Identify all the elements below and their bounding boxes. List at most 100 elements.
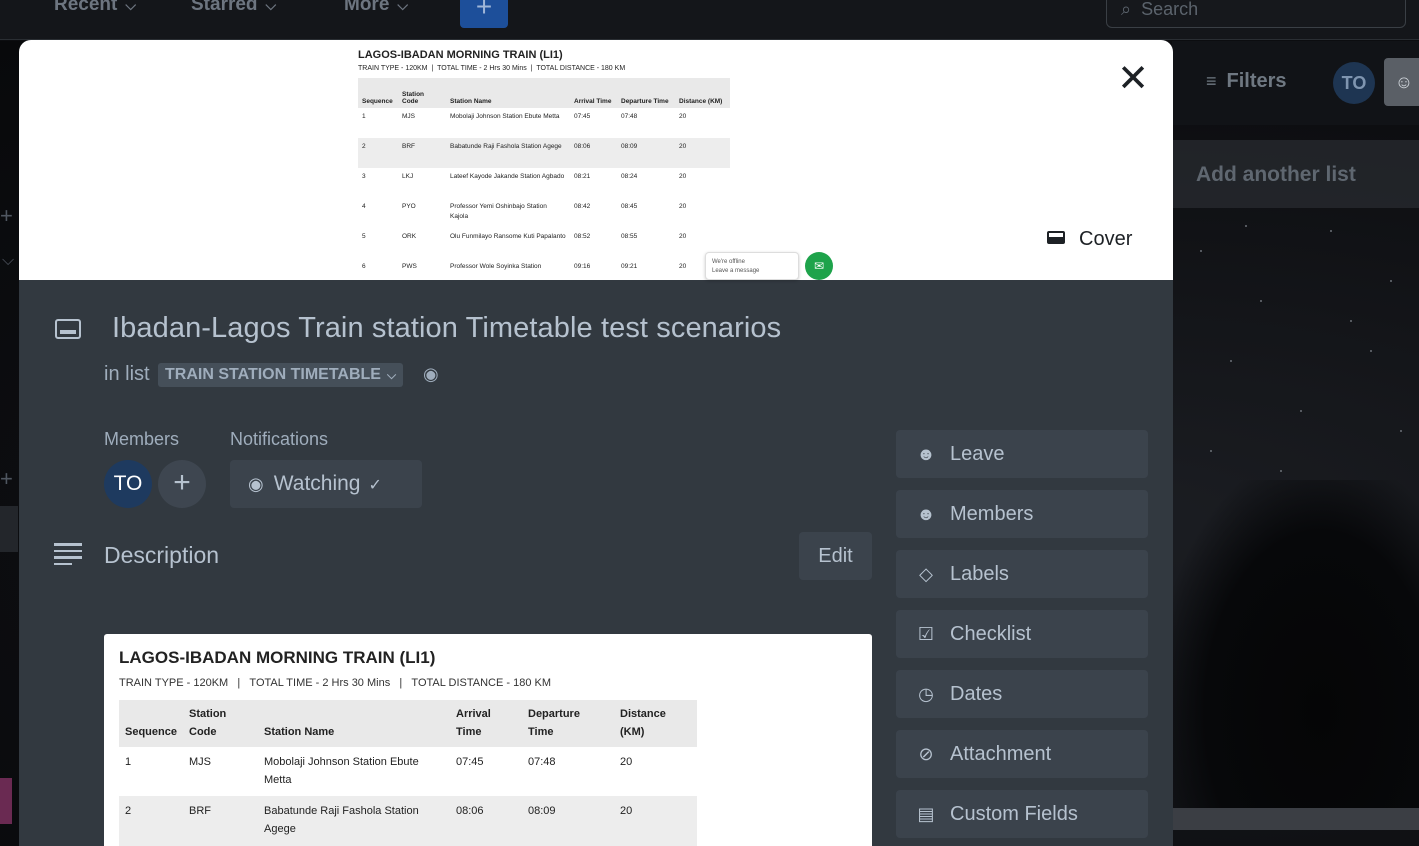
watching-button[interactable]: ◉ Watching ✓ bbox=[230, 460, 422, 508]
nav-recent[interactable]: Recent ⌵ bbox=[54, 0, 136, 16]
nav-more-label: More bbox=[344, 0, 390, 15]
cell: 20 bbox=[675, 138, 730, 168]
description-icon bbox=[54, 543, 82, 569]
labels-label: Labels bbox=[950, 563, 1009, 585]
custom-fields-label: Custom Fields bbox=[950, 803, 1078, 825]
list-edge-accent bbox=[0, 778, 12, 824]
cell: BRF bbox=[398, 138, 446, 168]
nav-starred[interactable]: Starred ⌵ bbox=[191, 0, 276, 16]
cell: 3 bbox=[362, 173, 366, 180]
cover-label: Cover bbox=[1079, 228, 1133, 250]
chat-leave-text: Leave a message bbox=[712, 268, 760, 274]
labels-button[interactable]: ◇ Labels bbox=[896, 550, 1148, 598]
members-button[interactable]: ☻ Members bbox=[896, 490, 1148, 538]
card-detail-modal: LAGOS-IBADAN MORNING TRAIN (LI1) TRAIN T… bbox=[19, 40, 1173, 846]
plus-icon: + bbox=[173, 466, 191, 499]
cell: 1 bbox=[362, 113, 366, 120]
tag-icon: ◇ bbox=[919, 564, 933, 584]
nav-starred-label: Starred bbox=[191, 0, 258, 15]
share-icon[interactable]: ☺ bbox=[1384, 58, 1419, 106]
custom-fields-button[interactable]: ▤ Custom Fields bbox=[896, 790, 1148, 838]
header-station-name: Station Name bbox=[258, 700, 450, 748]
cell: 09:16 bbox=[574, 263, 591, 270]
cell: 20 bbox=[614, 796, 697, 846]
cell: 20 bbox=[679, 173, 687, 180]
leave-button[interactable]: ☻ Leave bbox=[896, 430, 1148, 478]
cell: 20 bbox=[679, 113, 687, 120]
top-navigation: Recent ⌵ Starred ⌵ More ⌵ + ⌕ Search bbox=[0, 0, 1419, 40]
card-cover: LAGOS-IBADAN MORNING TRAIN (LI1) TRAIN T… bbox=[19, 40, 1173, 280]
eye-icon: ◉ bbox=[248, 474, 264, 494]
header-departure-time: Departure Time bbox=[522, 700, 614, 748]
chat-offline-popup: We're offline Leave a message bbox=[705, 252, 799, 280]
member-avatar[interactable]: TO bbox=[104, 460, 152, 508]
cell: 08:45 bbox=[621, 203, 638, 210]
plus-icon[interactable]: + bbox=[0, 203, 13, 229]
cell: PYO bbox=[402, 203, 416, 210]
cell: Professor Wole Soyinka Station bbox=[450, 263, 542, 270]
filters-button[interactable]: ≡ Filters bbox=[1206, 70, 1287, 93]
table-row: 5 ORK Olu Funmilayo Ransome Kuti Papalanto… bbox=[358, 228, 730, 258]
cell: 08:09 bbox=[522, 796, 614, 846]
clock-icon: ◷ bbox=[918, 684, 934, 704]
cell: MJS bbox=[402, 113, 415, 120]
cell: 1 bbox=[125, 756, 132, 769]
watching-eye-icon: ◉ bbox=[423, 364, 439, 384]
description-timetable: LAGOS-IBADAN MORNING TRAIN (LI1) TRAIN T… bbox=[119, 648, 859, 846]
cell: Babatunde Raji Fashola Station Agege bbox=[258, 796, 450, 846]
table-row: 1 MJS Mobolaji Johnson Station Ebute Metta… bbox=[119, 747, 697, 796]
checklist-button[interactable]: ☑ Checklist bbox=[896, 610, 1148, 658]
chevron-down-icon: ⌵ bbox=[386, 368, 397, 382]
header-distance: Distance (KM) bbox=[614, 700, 697, 748]
cell: 07:45 bbox=[574, 113, 591, 120]
cell: Mobolaji Johnson Station Ebute Metta bbox=[264, 756, 419, 786]
search-input[interactable]: ⌕ Search bbox=[1106, 0, 1406, 28]
header-departure-time: Departure Time bbox=[617, 78, 675, 108]
nav-recent-label: Recent bbox=[54, 0, 118, 15]
cell: MJS bbox=[189, 756, 211, 769]
list-name-dropdown[interactable]: TRAIN STATION TIMETABLE ⌵ bbox=[158, 363, 404, 387]
members-heading: Members bbox=[104, 429, 180, 449]
card-icon bbox=[55, 319, 81, 339]
header-arrival-time: Arrival Time bbox=[450, 700, 522, 748]
cell: Mobolaji Johnson Station Ebute Metta bbox=[450, 113, 560, 120]
table-row: 1 MJS Mobolaji Johnson Station Ebute Metta… bbox=[358, 108, 730, 138]
members-label: Members bbox=[950, 503, 1034, 525]
close-icon[interactable]: ✕ bbox=[1113, 60, 1153, 100]
cell: 08:06 bbox=[570, 138, 617, 168]
cover-icon bbox=[1047, 231, 1065, 244]
header-station-code: Station Code bbox=[398, 78, 446, 108]
tree-silhouette bbox=[1172, 480, 1419, 810]
add-member-button[interactable]: + bbox=[158, 460, 206, 508]
chat-offline-text: We're offline bbox=[712, 259, 745, 265]
cell: 4 bbox=[362, 203, 366, 210]
cell: ORK bbox=[402, 233, 417, 240]
cell: LKJ bbox=[402, 173, 414, 180]
board-scrollbar[interactable] bbox=[1172, 808, 1419, 830]
search-icon: ⌕ bbox=[1121, 0, 1132, 19]
table-row: 6 PWS Professor Wole Soyinka Station 09:16 0… bbox=[358, 258, 730, 288]
cell: 07:48 bbox=[528, 756, 556, 769]
header-station-name: Station Name bbox=[446, 78, 570, 108]
description-image[interactable]: LAGOS-IBADAN MORNING TRAIN (LI1) TRAIN T… bbox=[104, 634, 872, 846]
list-name-label: TRAIN STATION TIMETABLE bbox=[165, 366, 381, 383]
cell: 09:21 bbox=[621, 263, 638, 270]
create-button[interactable]: + bbox=[460, 0, 508, 28]
chevron-down-icon[interactable]: ⌵ bbox=[2, 252, 14, 270]
attachment-button[interactable]: ⊘ Attachment bbox=[896, 730, 1148, 778]
header-sequence: Sequence bbox=[358, 78, 398, 108]
cell: 2 bbox=[358, 138, 398, 168]
edit-description-button[interactable]: Edit bbox=[799, 532, 872, 580]
subtitle-type: TRAIN TYPE - 120KM bbox=[119, 677, 229, 689]
add-another-list-button[interactable]: Add another list bbox=[1172, 140, 1419, 208]
cover-timetable-image: LAGOS-IBADAN MORNING TRAIN (LI1) TRAIN T… bbox=[358, 48, 758, 280]
plus-icon[interactable]: + bbox=[0, 466, 13, 492]
card-title[interactable]: Ibadan-Lagos Train station Timetable tes… bbox=[112, 312, 781, 345]
dates-button[interactable]: ◷ Dates bbox=[896, 670, 1148, 718]
timetable-title: LAGOS-IBADAN MORNING TRAIN (LI1) bbox=[358, 49, 563, 61]
chat-bubble-icon: ✉ bbox=[805, 252, 833, 280]
board-member-avatar[interactable]: TO bbox=[1333, 62, 1375, 104]
nav-more[interactable]: More ⌵ bbox=[344, 0, 408, 16]
cover-button[interactable]: Cover bbox=[1037, 224, 1142, 256]
table-row: 3 LKJ Lateef Kayode Jakande Station Agbado… bbox=[358, 168, 730, 198]
